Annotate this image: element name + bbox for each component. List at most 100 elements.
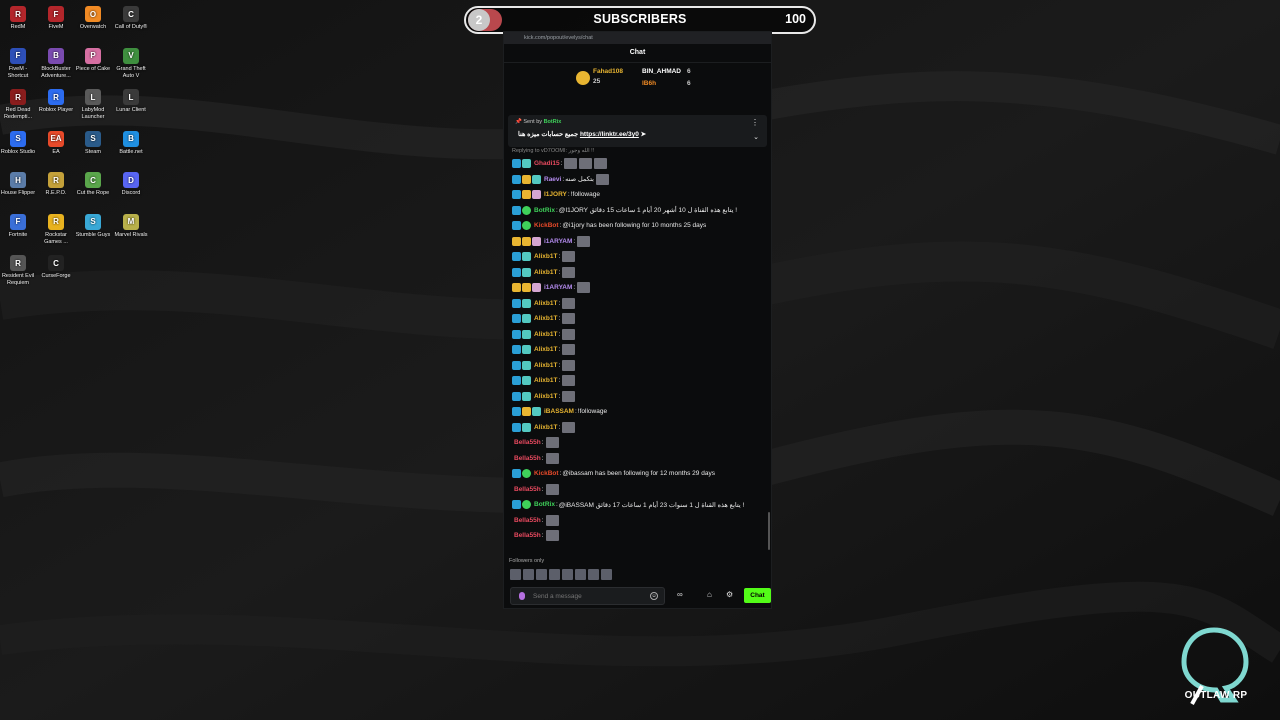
badge-icon[interactable] bbox=[532, 190, 541, 200]
chat-message[interactable]: Alixb1T: bbox=[512, 249, 767, 265]
badge-icon[interactable] bbox=[522, 469, 531, 479]
emote[interactable] bbox=[564, 158, 578, 170]
chat-username[interactable]: Alixb1T bbox=[534, 331, 557, 338]
send-chat-button[interactable]: Chat bbox=[744, 588, 771, 603]
badge-icon[interactable] bbox=[522, 329, 531, 339]
chat-username[interactable]: Alixb1T bbox=[534, 315, 557, 322]
emote[interactable] bbox=[595, 173, 609, 185]
chat-message[interactable]: iBASSAM: !followage bbox=[512, 404, 767, 420]
chat-username[interactable]: Bella55h bbox=[514, 517, 541, 524]
chat-message[interactable]: Alixb1T: bbox=[512, 265, 767, 281]
chat-message[interactable]: I1JORY: !followage bbox=[512, 187, 767, 203]
chat-message[interactable]: BotRix: @I1JORY يتابع هذه القناة ل 10 أشه… bbox=[512, 203, 767, 219]
chat-message[interactable]: Alixb1T: bbox=[512, 311, 767, 327]
desktop-icon-lunar-client[interactable]: L Lunar Client bbox=[112, 89, 150, 114]
chat-username[interactable]: Alixb1T bbox=[534, 269, 557, 276]
badge-icon[interactable] bbox=[512, 422, 521, 432]
emote-quickbar[interactable] bbox=[510, 569, 612, 581]
chat-message[interactable]: Alixb1T: bbox=[512, 389, 767, 405]
desktop-icon-redm[interactable]: R RedM bbox=[0, 6, 37, 31]
desktop-icon-curseforge[interactable]: C CurseForge bbox=[37, 255, 75, 280]
emote[interactable] bbox=[549, 569, 560, 580]
desktop-icon-roblox-studio[interactable]: S Roblox Studio bbox=[0, 130, 37, 156]
badge-icon[interactable] bbox=[522, 360, 531, 370]
leaderboard-name-1[interactable]: Fahad108 bbox=[593, 68, 623, 75]
emote[interactable] bbox=[562, 313, 576, 325]
emote[interactable] bbox=[545, 483, 559, 495]
badge-icon[interactable] bbox=[522, 252, 531, 262]
emote[interactable] bbox=[562, 344, 576, 356]
badge-icon[interactable] bbox=[522, 159, 531, 169]
badge-icon[interactable] bbox=[522, 174, 531, 184]
badge-icon[interactable] bbox=[512, 159, 521, 169]
badge-icon[interactable] bbox=[522, 205, 531, 215]
chat-username[interactable]: i1ARYAM bbox=[544, 238, 572, 245]
desktop-icon-cut-the-rope[interactable]: C Cut the Rope bbox=[74, 172, 112, 197]
emote[interactable] bbox=[562, 297, 576, 309]
emote[interactable] bbox=[594, 158, 608, 170]
desktop-icon-ea[interactable]: EA EA bbox=[37, 130, 75, 156]
desktop-icon-stumble-guys[interactable]: S Stumble Guys bbox=[74, 213, 112, 239]
microphone-icon[interactable] bbox=[519, 592, 525, 600]
pinned-link[interactable]: https://linktr.ee/3y0 bbox=[580, 131, 639, 138]
chat-message[interactable]: Bella55h: bbox=[512, 435, 767, 451]
chat-username[interactable]: Alixb1T bbox=[534, 424, 557, 431]
chat-username[interactable]: KickBot bbox=[534, 222, 559, 229]
badge-icon[interactable] bbox=[522, 376, 531, 386]
badge-icon[interactable] bbox=[522, 345, 531, 355]
emote[interactable] bbox=[536, 569, 547, 580]
chat-message[interactable]: BotRix: @iBASSAM يتابع هذه القناة ل 1 سنو… bbox=[512, 497, 767, 513]
desktop-icon-call-of-duty[interactable]: C Call of Duty® bbox=[112, 6, 150, 31]
gear-icon[interactable]: ⚙ bbox=[726, 590, 733, 599]
badge-icon[interactable] bbox=[532, 174, 541, 184]
desktop-icon-marvel-rivals[interactable]: M Marvel Rivals bbox=[112, 213, 150, 239]
badge-icon[interactable] bbox=[522, 500, 531, 510]
chat-message[interactable]: Raevi: بتكمل صنه bbox=[512, 172, 767, 188]
chat-scrollbar[interactable] bbox=[768, 512, 770, 550]
emote[interactable] bbox=[562, 390, 576, 402]
emote[interactable] bbox=[562, 375, 576, 387]
chat-message[interactable]: Bella55h: bbox=[512, 528, 767, 544]
desktop-icon-rockstar-games[interactable]: R Rockstar Games ... bbox=[37, 213, 75, 246]
emote[interactable] bbox=[562, 359, 576, 371]
badge-icon[interactable] bbox=[512, 283, 521, 293]
chat-message[interactable]: Bella55h: bbox=[512, 451, 767, 467]
emote[interactable] bbox=[577, 235, 591, 247]
desktop-icon-fivem[interactable]: F FiveM bbox=[37, 6, 75, 31]
emote[interactable] bbox=[523, 569, 534, 580]
desktop-icon-blockbuster-adventure[interactable]: B BlockBuster Adventure... bbox=[37, 47, 75, 80]
chat-message[interactable]: Bella55h: bbox=[512, 513, 767, 529]
desktop-icon-grand-theft-auto-v[interactable]: V Grand Theft Auto V bbox=[112, 47, 150, 80]
chat-username[interactable]: iBASSAM bbox=[544, 408, 574, 415]
badge-icon[interactable] bbox=[512, 329, 521, 339]
chat-username[interactable]: Ghadi15 bbox=[534, 160, 560, 167]
badge-icon[interactable] bbox=[522, 283, 531, 293]
emote[interactable] bbox=[545, 514, 559, 526]
chat-message[interactable]: Alixb1T: bbox=[512, 420, 767, 436]
desktop-icon-discord[interactable]: D Discord bbox=[112, 172, 150, 197]
chat-username[interactable]: Alixb1T bbox=[534, 346, 557, 353]
chat-message[interactable]: Alixb1T: bbox=[512, 327, 767, 343]
badge-icon[interactable] bbox=[512, 236, 521, 246]
chat-username[interactable]: Bella55h bbox=[514, 486, 541, 493]
pinned-message[interactable]: 📌 Sent by BotRix جميع حسابات ميزه هنا ht… bbox=[508, 115, 767, 147]
badge-icon[interactable] bbox=[522, 314, 531, 324]
desktop-icon-piece-of-cake[interactable]: P Piece of Cake bbox=[74, 47, 112, 73]
chat-username[interactable]: Alixb1T bbox=[534, 253, 557, 260]
desktop-icon-red-dead-redempti[interactable]: R Red Dead Redempti... bbox=[0, 89, 37, 121]
chat-message[interactable]: i1ARYAM: bbox=[512, 234, 767, 250]
emote[interactable] bbox=[545, 530, 559, 542]
link-icon[interactable]: ∞ bbox=[677, 590, 683, 599]
chat-username[interactable]: BotRix bbox=[534, 501, 555, 508]
message-input[interactable] bbox=[533, 590, 643, 602]
chat-message[interactable]: KickBot: @ibassam has been following for … bbox=[512, 466, 767, 482]
badge-icon[interactable] bbox=[532, 236, 541, 246]
leaderboard-name-2[interactable]: BIN_AHMAD bbox=[642, 68, 681, 75]
badge-icon[interactable] bbox=[512, 174, 521, 184]
emote[interactable] bbox=[601, 569, 612, 580]
chat-username[interactable]: KickBot bbox=[534, 470, 559, 477]
chat-message[interactable]: Alixb1T: bbox=[512, 296, 767, 312]
emote[interactable] bbox=[562, 328, 576, 340]
chat-message[interactable]: Alixb1T: bbox=[512, 342, 767, 358]
pinned-sender[interactable]: BotRix bbox=[544, 119, 562, 125]
